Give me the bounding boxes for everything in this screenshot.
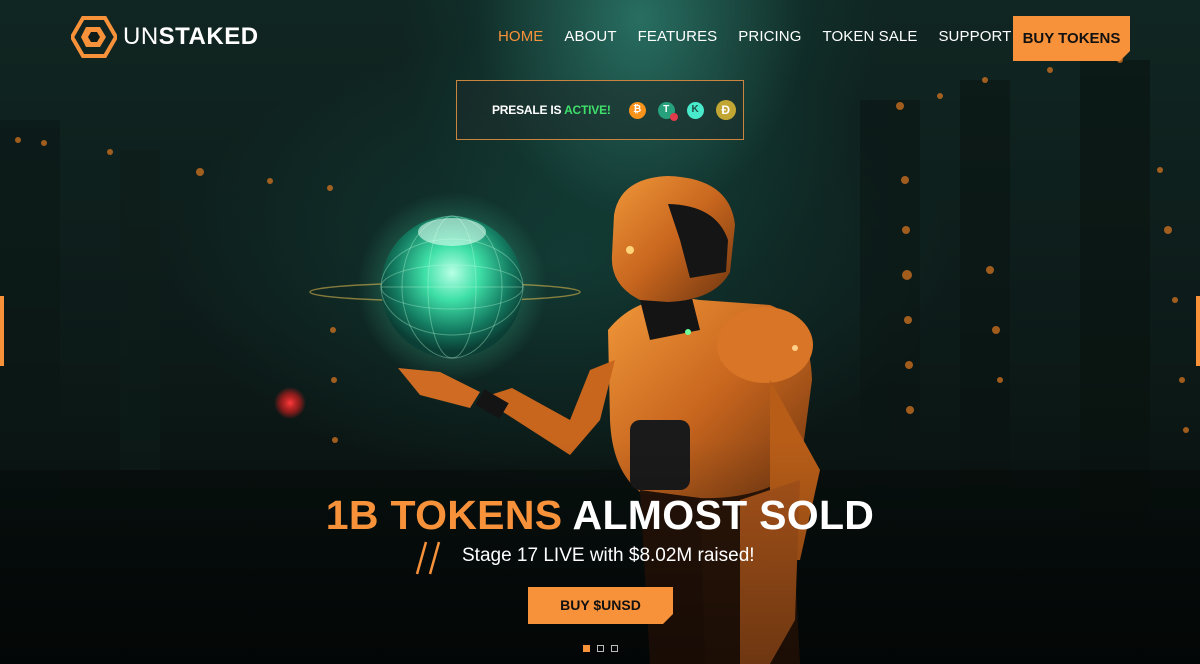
nav-item-features[interactable]: FEATURES [638,28,718,45]
slider-next-tab[interactable] [1196,296,1200,366]
nav-item-about[interactable]: ABOUT [564,28,616,45]
slider-dot-2[interactable] [597,645,604,652]
slider-dot-3[interactable] [611,645,618,652]
headline-accent: 1B TOKENS [325,492,563,538]
payment-coins: ₿ T K Ð [628,100,748,121]
nav-item-pricing[interactable]: PRICING [738,28,801,45]
brand-name: UNSTAKED [123,23,259,50]
buy-unsd-button[interactable]: BUY $UNSD [528,587,673,624]
double-slash-icon [415,541,441,575]
hero-headline: 1B TOKENS ALMOST SOLD [0,492,1200,539]
tether-icon: T [657,101,678,121]
buy-tokens-button[interactable]: BUY TOKENS [1013,16,1130,61]
brand-logo[interactable]: UNSTAKED [71,16,259,58]
presale-status-text: PRESALE IS ACTIVE! [492,103,611,117]
hexagon-logo-icon [71,16,117,58]
presale-banner: PRESALE IS ACTIVE! ₿ T K Ð [456,80,744,140]
headline-rest: ALMOST SOLD [572,492,875,538]
hero-subline: Stage 17 LIVE with $8.02M raised! [462,545,755,566]
nav-item-support[interactable]: SUPPORT [938,28,1011,45]
main-nav: HOME ABOUT FEATURES PRICING TOKEN SALE S… [498,28,1032,45]
slider-prev-tab[interactable] [0,296,4,366]
dogecoin-icon: Ð [715,100,736,120]
bitcoin-icon: ₿ [628,101,646,119]
slider-dot-1[interactable] [583,645,590,652]
nav-item-home[interactable]: HOME [498,28,543,45]
nav-item-token-sale[interactable]: TOKEN SALE [823,28,918,45]
slider-indicators [583,645,625,652]
kaspa-icon: K [686,101,704,119]
presale-active-label: ACTIVE! [564,103,611,117]
